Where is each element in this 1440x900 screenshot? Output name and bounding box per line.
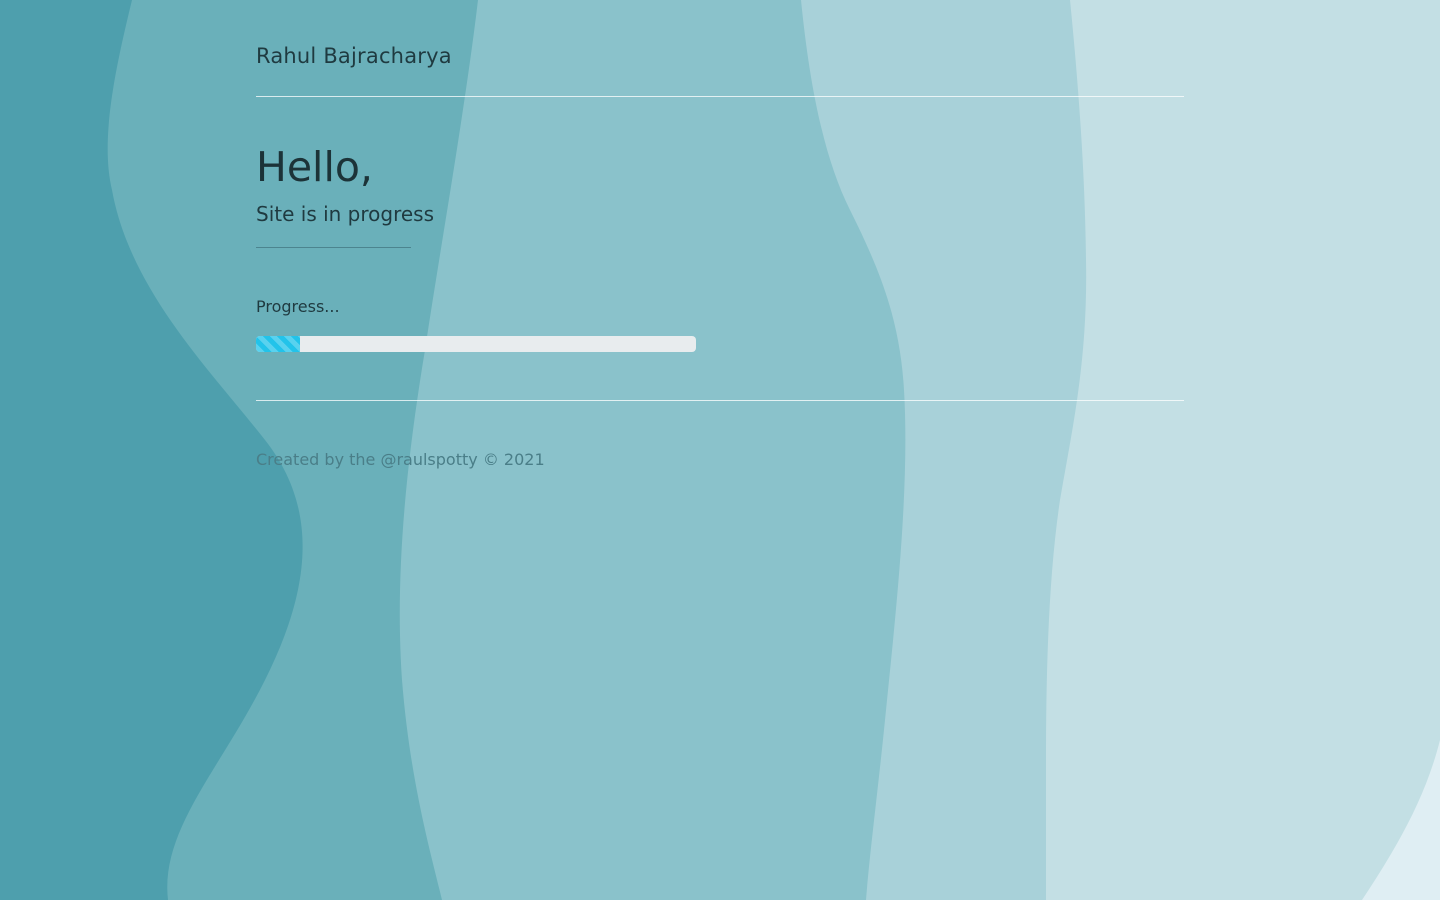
hero-subtitle: Site is in progress	[256, 202, 435, 226]
wave-layer-lighter	[1046, 0, 1440, 900]
footer-divider	[256, 400, 1184, 401]
progress-bar-fill	[256, 336, 300, 352]
footer-credit: Created by the @raulspotty © 2021	[256, 450, 545, 469]
site-brand[interactable]: Rahul Bajracharya	[256, 44, 452, 68]
progress-bar	[256, 336, 696, 352]
hero-divider	[256, 247, 411, 248]
background-waves	[0, 0, 1440, 900]
header-divider	[256, 96, 1184, 97]
hero-greeting: Hello,	[256, 143, 373, 191]
progress-label: Progress...	[256, 297, 340, 316]
